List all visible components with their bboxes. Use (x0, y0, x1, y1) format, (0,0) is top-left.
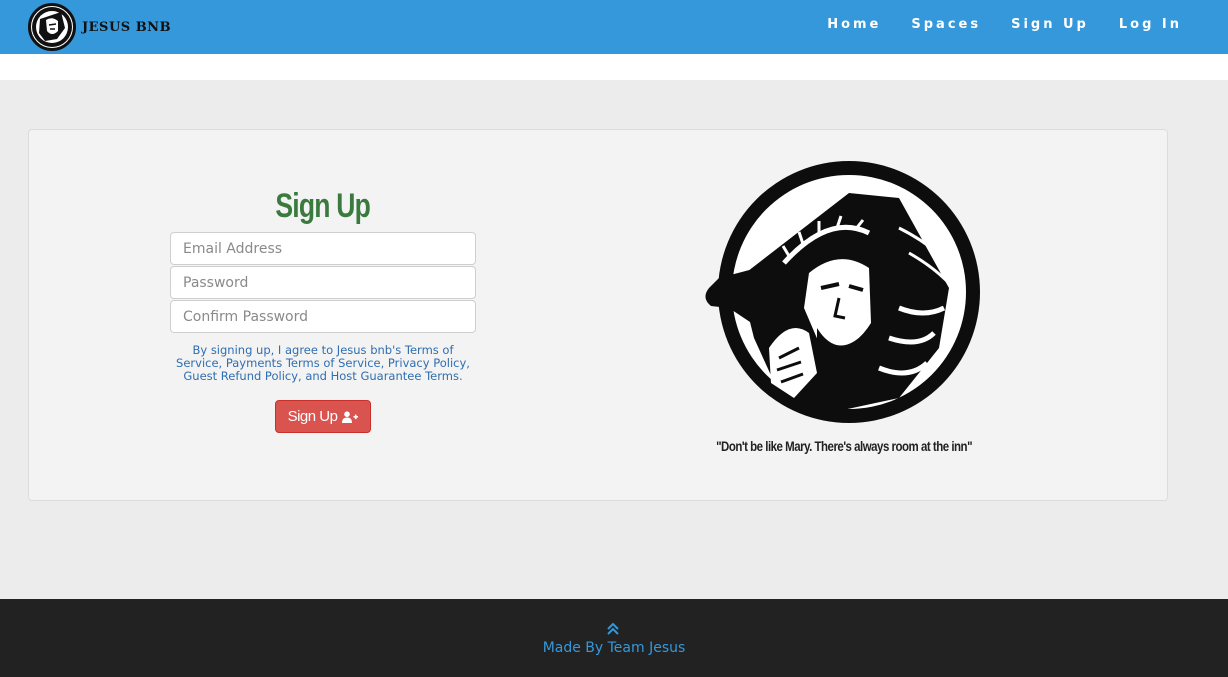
footer: Made By Team Jesus (0, 599, 1228, 677)
brand-name: JESUS BNB (82, 19, 172, 35)
signup-form: Sign Up By signing up, I agree to Jesus … (169, 187, 477, 433)
hero: "Don't be like Mary. There's always room… (699, 158, 989, 454)
jesus-portrait-icon (699, 158, 989, 426)
hero-quote: "Don't be like Mary. There's always room… (716, 438, 972, 454)
nav-sign-up[interactable]: Sign Up (1011, 17, 1089, 32)
nav-spaces[interactable]: Spaces (911, 17, 981, 32)
nav-home[interactable]: Home (827, 17, 881, 32)
form-title: Sign Up (275, 187, 372, 225)
header-spacer (0, 54, 1228, 80)
password-field[interactable] (170, 266, 476, 299)
sign-up-button-label: Sign Up (287, 408, 338, 425)
signup-card: Sign Up By signing up, I agree to Jesus … (28, 129, 1168, 501)
brand[interactable]: JESUS BNB (28, 2, 171, 52)
email-field[interactable] (170, 232, 476, 265)
nav-menu: Home Spaces Sign Up Log In (797, 0, 1182, 48)
double-chevron-up-icon[interactable] (604, 621, 622, 637)
brand-logo-icon (28, 3, 76, 51)
confirm-password-field[interactable] (170, 300, 476, 333)
user-plus-icon (342, 410, 359, 423)
footer-credit: Made By Team Jesus (542, 640, 686, 656)
navbar: JESUS BNB Home Spaces Sign Up Log In (0, 0, 1228, 54)
terms-text: By signing up, I agree to Jesus bnb's Te… (176, 343, 470, 383)
sign-up-button[interactable]: Sign Up (274, 400, 372, 433)
nav-log-in[interactable]: Log In (1119, 17, 1182, 32)
